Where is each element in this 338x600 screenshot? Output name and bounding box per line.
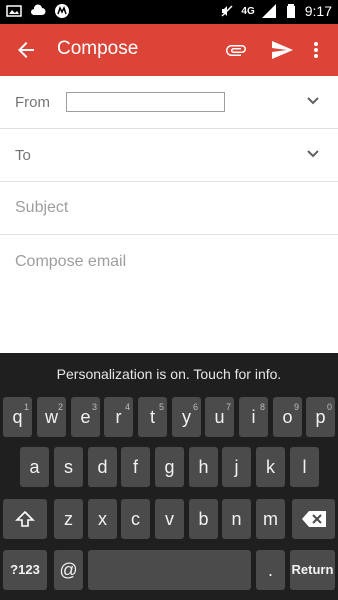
key-h[interactable]: h — [189, 447, 218, 487]
send-icon[interactable] — [270, 38, 294, 62]
key-d[interactable]: d — [88, 447, 117, 487]
key-p[interactable]: 0p — [306, 397, 335, 437]
status-time: 9:17 — [304, 3, 332, 19]
key-j[interactable]: j — [222, 447, 251, 487]
from-label: From — [15, 94, 50, 111]
key-b[interactable]: b — [189, 499, 218, 539]
compose-body-field[interactable]: Compose email — [0, 235, 338, 353]
key-s[interactable]: s — [54, 447, 83, 487]
key-x[interactable]: x — [88, 499, 117, 539]
keyboard-banner[interactable]: Personalization is on. Touch for info. — [0, 353, 338, 391]
to-label: To — [15, 147, 31, 164]
key-f[interactable]: f — [121, 447, 150, 487]
shift-icon — [15, 510, 35, 527]
signal-icon — [261, 4, 276, 18]
back-arrow-icon[interactable] — [14, 38, 38, 62]
key-l[interactable]: l — [290, 447, 319, 487]
at-key[interactable]: @ — [54, 550, 83, 590]
attachment-icon[interactable] — [224, 38, 248, 62]
page-title: Compose — [57, 38, 139, 59]
network-label: 4G — [241, 5, 255, 17]
cloud-icon — [31, 4, 46, 15]
key-i[interactable]: 8i — [239, 397, 268, 437]
from-field[interactable] — [66, 92, 225, 112]
chevron-down-icon[interactable] — [306, 94, 320, 108]
backspace-key[interactable] — [292, 499, 335, 539]
key-o[interactable]: 9o — [273, 397, 302, 437]
key-z[interactable]: z — [54, 499, 83, 539]
symbols-key[interactable]: ?123 — [3, 550, 47, 590]
battery-icon — [286, 4, 295, 18]
subject-placeholder: Subject — [15, 199, 69, 216]
from-row: From — [0, 76, 338, 129]
space-key[interactable] — [88, 550, 251, 590]
return-key[interactable]: Return — [290, 550, 335, 590]
app-bar: Compose — [0, 24, 338, 76]
to-row[interactable]: To — [0, 129, 338, 182]
key-q[interactable]: 1q — [3, 397, 32, 437]
key-u[interactable]: 7u — [205, 397, 234, 437]
more-options-icon[interactable] — [306, 38, 326, 62]
chevron-down-icon[interactable] — [306, 147, 320, 161]
key-y[interactable]: 6y — [172, 397, 201, 437]
keyboard: Personalization is on. Touch for info. 1… — [0, 353, 338, 600]
motorola-icon — [55, 4, 69, 18]
key-g[interactable]: g — [155, 447, 184, 487]
key-r[interactable]: 4r — [104, 397, 133, 437]
key-v[interactable]: v — [155, 499, 184, 539]
image-icon — [6, 5, 22, 17]
status-bar: 4G 9:17 — [0, 0, 338, 24]
compose-body-placeholder: Compose email — [15, 253, 127, 270]
period-key[interactable]: . — [256, 550, 285, 590]
key-a[interactable]: a — [20, 447, 49, 487]
mute-icon — [221, 5, 233, 17]
shift-key[interactable] — [3, 499, 47, 539]
key-w[interactable]: 2w — [37, 397, 66, 437]
subject-field[interactable]: Subject — [0, 182, 338, 235]
key-n[interactable]: n — [222, 499, 251, 539]
backspace-icon — [301, 511, 326, 527]
key-m[interactable]: m — [256, 499, 285, 539]
key-t[interactable]: 5t — [138, 397, 167, 437]
key-e[interactable]: 3e — [71, 397, 100, 437]
key-c[interactable]: c — [121, 499, 150, 539]
key-k[interactable]: k — [256, 447, 285, 487]
